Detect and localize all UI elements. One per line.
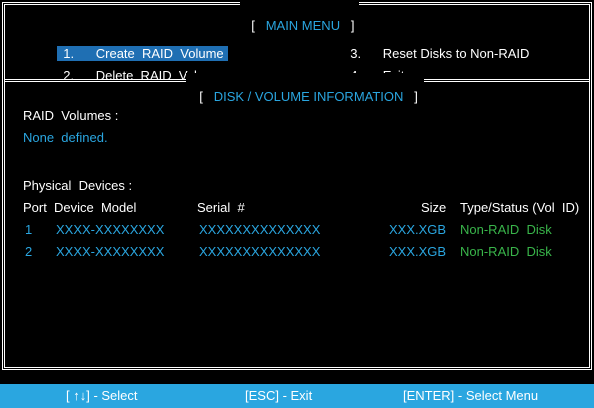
device-serial: XXXXXXXXXXXXXX xyxy=(199,244,321,259)
device-port: 1 xyxy=(25,222,33,237)
footer-enter-hint: [ENTER] - Select Menu xyxy=(403,388,539,403)
device-size: XXX.XGB xyxy=(389,222,447,237)
header-port: Port xyxy=(23,200,47,215)
footer-exit-hint: [ESC] - Exit xyxy=(245,388,313,403)
footer-select-hint: [ ↑↓] - Select xyxy=(66,388,138,403)
raid-volumes-value: None defined. xyxy=(23,130,108,145)
device-port: 2 xyxy=(25,244,33,259)
device-status: Non-RAID Disk xyxy=(460,222,552,237)
footer-bar: [ ↑↓] - Select [ESC] - Exit [ENTER] - Se… xyxy=(0,384,594,408)
main-menu-title: [ MAIN MENU ] xyxy=(240,2,359,34)
header-device-model: Device Model xyxy=(54,200,137,215)
device-model: XXXX-XXXXXXXX xyxy=(56,244,165,259)
device-size: XXX.XGB xyxy=(389,244,447,259)
raid-volumes-label: RAID Volumes : xyxy=(23,108,119,123)
disk-info-title: [ DISK / VOLUME INFORMATION ] xyxy=(186,73,424,105)
header-size: Size xyxy=(421,200,447,215)
device-serial: XXXXXXXXXXXXXX xyxy=(199,222,321,237)
physical-devices-label: Physical Devices : xyxy=(23,178,133,193)
header-type-status: Type/Status (Vol ID) xyxy=(460,200,580,215)
device-model: XXXX-XXXXXXXX xyxy=(56,222,165,237)
header-serial: Serial # xyxy=(197,200,245,215)
device-status: Non-RAID Disk xyxy=(460,244,552,259)
